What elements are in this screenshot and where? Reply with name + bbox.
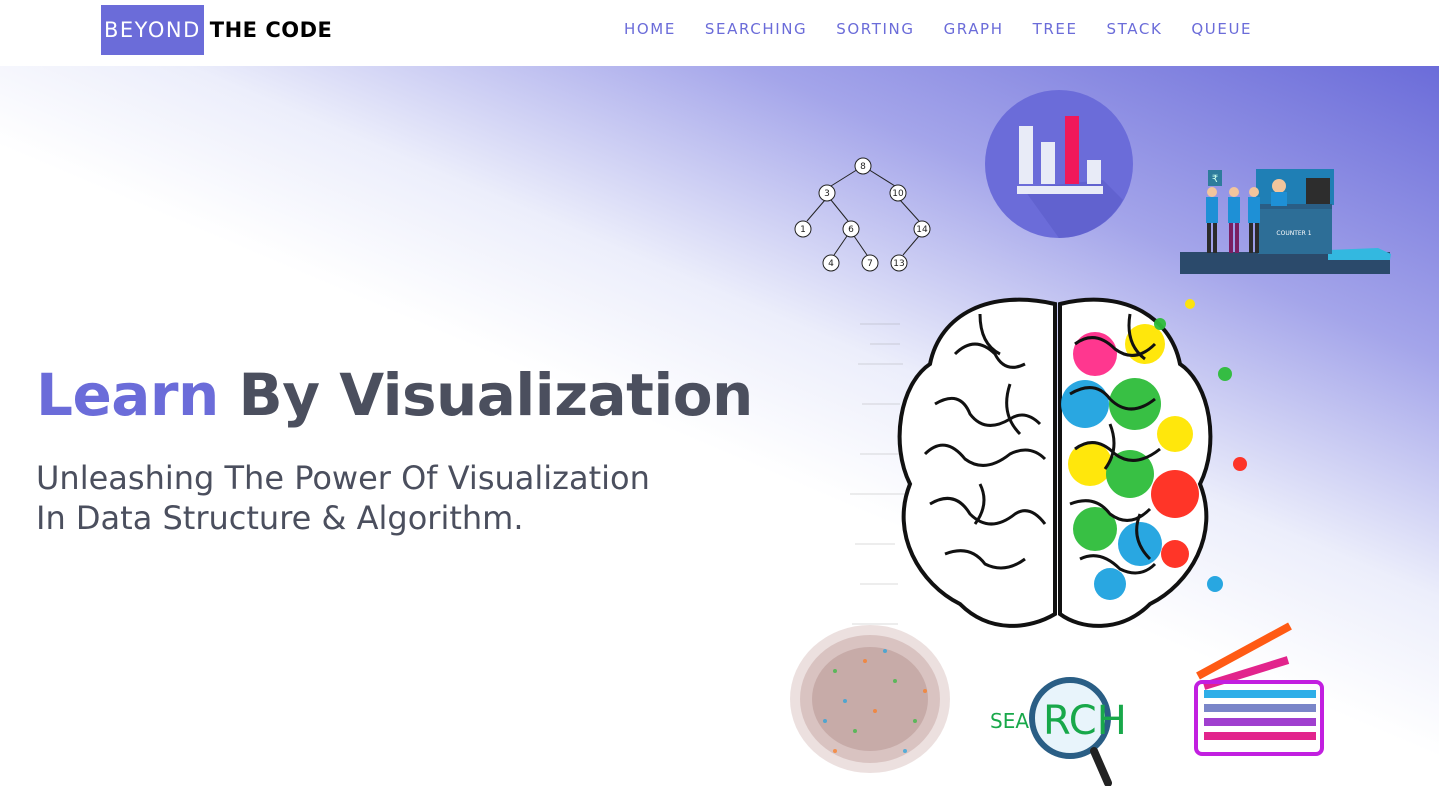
tree-node-label: 13 [893,259,904,269]
tree-node-label: 14 [916,225,928,235]
search-text-green: SEA [990,709,1029,733]
svg-text:₹: ₹ [1212,174,1218,185]
nav-home[interactable]: HOME [624,20,676,38]
bar-chart-icon [985,90,1133,238]
site-header: BEYOND THE CODE HOME SEARCHING SORTING G… [0,0,1439,66]
nav-stack[interactable]: STACK [1107,20,1163,38]
brand-logo-text: THE CODE [209,18,333,42]
brand-logo-box: BEYOND [101,5,204,55]
tree-node-label: 7 [867,259,873,269]
tree-node-label: 8 [860,162,866,172]
hero-title: Learn By Visualization [36,361,753,429]
nav-sorting[interactable]: SORTING [836,20,914,38]
search-illustration: SEA RCH [990,677,1123,786]
nav-searching[interactable]: SEARCHING [705,20,807,38]
nav-queue[interactable]: QUEUE [1191,20,1252,38]
hero-title-rest: By Visualization [218,361,754,429]
counter-label: COUNTER 1 [1276,230,1311,237]
stack-illustration [1194,622,1324,756]
brain-illustration [850,297,1247,628]
graph-illustration [790,625,950,773]
tree-node-label: 4 [828,259,834,269]
binary-tree-illustration: 8 3 10 1 6 14 4 7 13 [794,157,931,272]
tree-node-label: 1 [800,225,806,235]
nav-graph[interactable]: GRAPH [944,20,1004,38]
hero-title-accent: Learn [36,361,219,429]
tree-node-label: 3 [824,189,830,199]
hero-section: Learn By Visualization Unleashing The Po… [0,66,1439,786]
brand-logo[interactable]: BEYOND THE CODE [101,5,332,55]
search-text-lens: RCH [1043,698,1123,744]
queue-illustration: COUNTER 1 ₹ [1180,169,1391,274]
hero-subtitle: Unleashing The Power Of Visualization In… [36,459,650,537]
nav-tree[interactable]: TREE [1033,20,1078,38]
tree-node-label: 6 [848,225,854,235]
tree-node-label: 10 [892,189,904,199]
main-nav: HOME SEARCHING SORTING GRAPH TREE STACK … [624,20,1281,38]
